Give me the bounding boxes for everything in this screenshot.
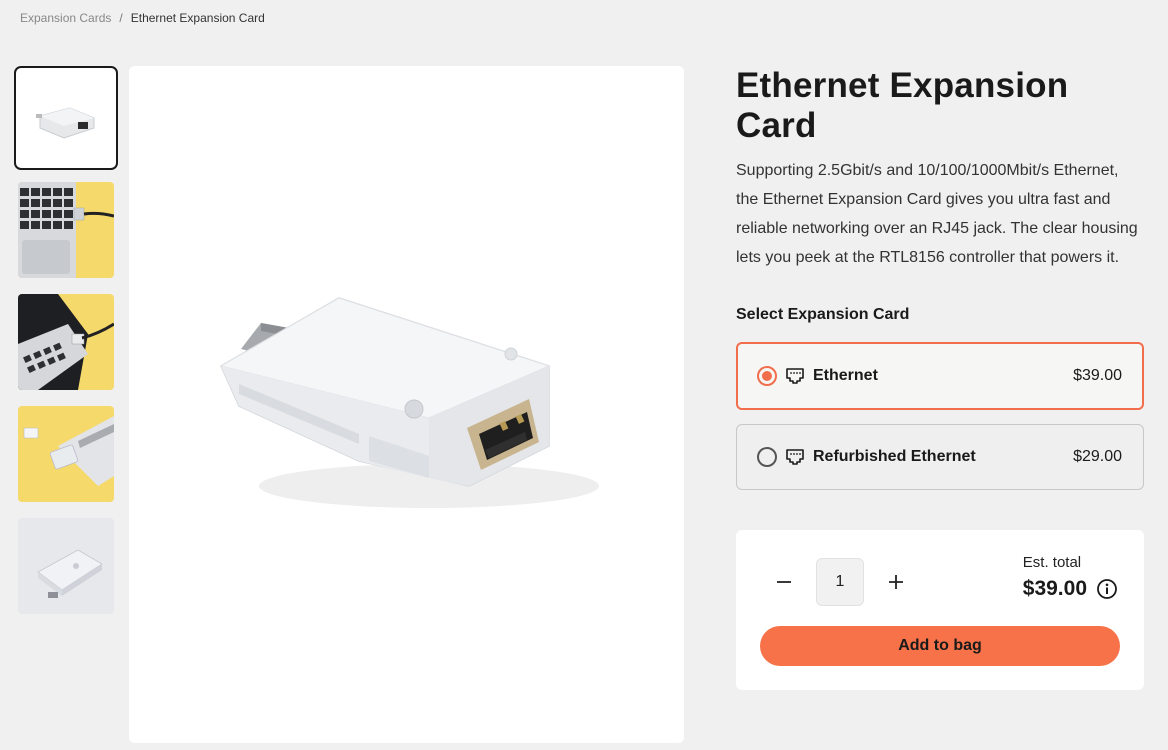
est-total-price: $39.00 [1022, 577, 1087, 600]
option-price: $29.00 [1073, 448, 1122, 465]
card-insert-thumbnail-image [18, 406, 114, 502]
thumbnail-5[interactable] [18, 518, 114, 614]
plus-icon [889, 575, 903, 589]
radio-selected-icon[interactable] [757, 366, 777, 386]
minus-icon [777, 581, 791, 583]
ethernet-expansion-card-image [129, 66, 684, 743]
card-back-thumbnail-image [18, 518, 114, 614]
quantity-stepper: 1 [772, 558, 908, 606]
laptop-cable-thumbnail-image [18, 294, 114, 390]
est-total-label: Est. total [1022, 554, 1082, 571]
option-label: Ethernet [813, 367, 878, 384]
breadcrumb: Expansion Cards / Ethernet Expansion Car… [20, 11, 265, 25]
info-icon[interactable] [1096, 578, 1118, 600]
product-title: Ethernet Expansion Card [736, 66, 1069, 145]
product-description: Supporting 2.5Gbit/s and 10/100/1000Mbit… [736, 162, 1138, 266]
laptop-keyboard-thumbnail-image [18, 182, 114, 278]
cart-panel: 1 Est. total $39.00 Add to bag [736, 530, 1144, 690]
ethernet-card-thumbnail-image [18, 70, 114, 166]
thumbnail-3[interactable] [18, 294, 114, 390]
option-refurbished-ethernet[interactable]: Refurbished Ethernet $29.00 [736, 424, 1144, 490]
ethernet-port-icon [786, 368, 804, 384]
select-expansion-card-label: Select Expansion Card [736, 306, 910, 323]
breadcrumb-link-expansion-cards[interactable]: Expansion Cards [20, 11, 111, 25]
option-price: $39.00 [1073, 367, 1122, 384]
decrease-quantity-button[interactable] [772, 570, 796, 594]
breadcrumb-separator: / [119, 11, 123, 25]
thumbnail-list [14, 66, 118, 630]
main-product-image[interactable] [129, 66, 684, 743]
estimated-total: Est. total $39.00 [1023, 554, 1118, 601]
option-label: Refurbished Ethernet [813, 448, 976, 465]
quantity-field[interactable]: 1 [816, 558, 864, 606]
product-info: Ethernet Expansion Card Supporting 2.5Gb… [736, 66, 1144, 690]
increase-quantity-button[interactable] [884, 570, 908, 594]
ethernet-port-icon [786, 449, 804, 465]
radio-unselected-icon[interactable] [757, 447, 777, 467]
option-ethernet[interactable]: Ethernet $39.00 [736, 342, 1144, 410]
breadcrumb-current: Ethernet Expansion Card [130, 11, 265, 25]
thumbnail-2[interactable] [18, 182, 114, 278]
add-to-bag-button[interactable]: Add to bag [760, 626, 1120, 666]
thumbnail-4[interactable] [18, 406, 114, 502]
thumbnail-1[interactable] [14, 66, 118, 170]
